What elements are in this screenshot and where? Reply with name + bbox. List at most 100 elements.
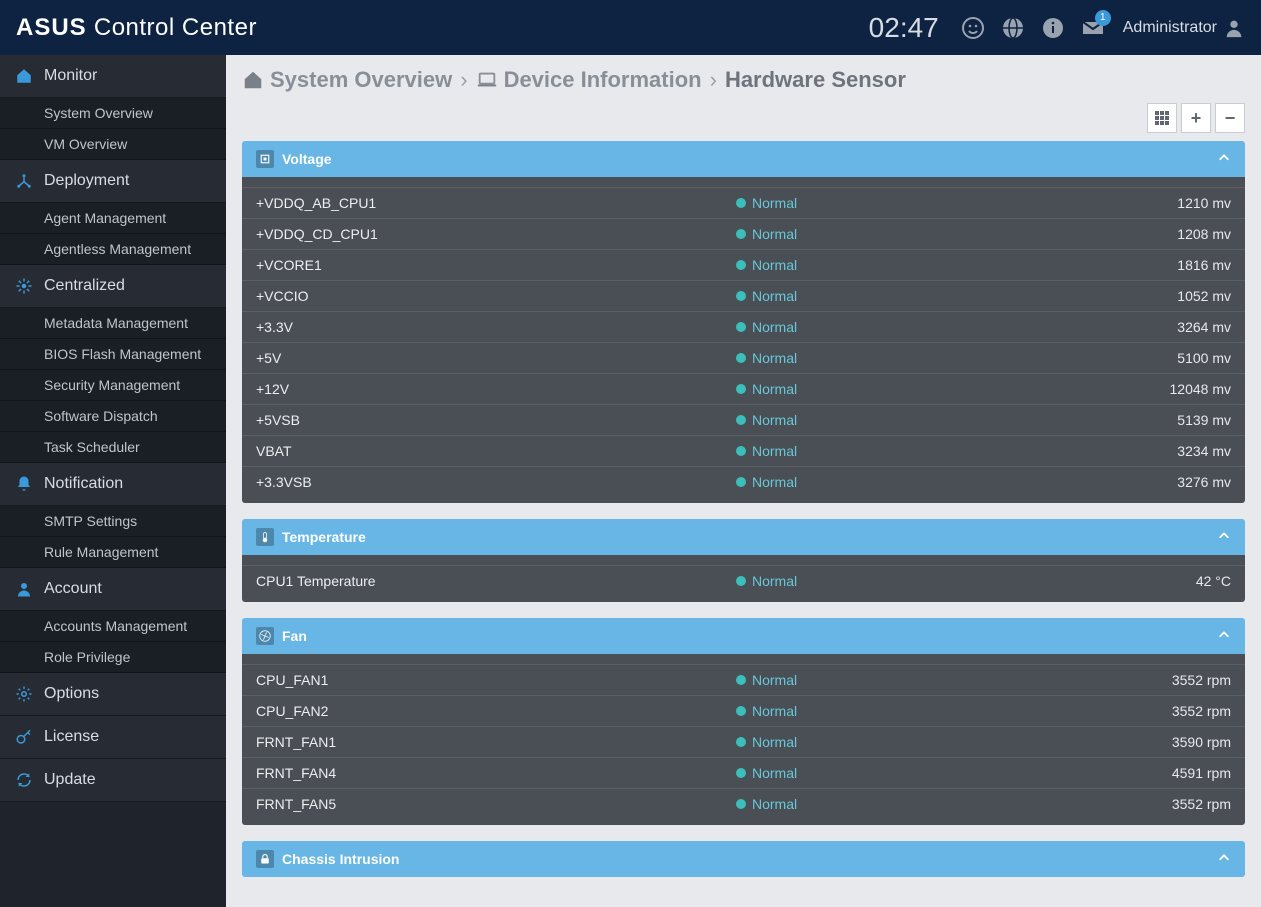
sidebar-item-agentless[interactable]: Agentless Management: [0, 234, 226, 265]
sidebar-item-bios[interactable]: BIOS Flash Management: [0, 339, 226, 370]
sidebar-item-smtp[interactable]: SMTP Settings: [0, 506, 226, 537]
sensor-row: +5VSBNormal5139 mv: [242, 405, 1245, 436]
sidebar-item-sysov[interactable]: System Overview: [0, 98, 226, 129]
sidebar-section-update[interactable]: Update: [0, 759, 226, 802]
panel-body-voltage: +VDDQ_AB_CPU1Normal1210 mv+VDDQ_CD_CPU1N…: [242, 177, 1245, 503]
user-icon: [14, 579, 34, 599]
sensor-name: +12V: [256, 381, 736, 397]
status-dot-icon: [736, 384, 746, 394]
sensor-status: Normal: [736, 195, 1091, 211]
home-icon: [14, 66, 34, 86]
crumb-current: Hardware Sensor: [725, 67, 906, 93]
sensor-value: 5139 mv: [1091, 412, 1231, 428]
sidebar-section-deployment[interactable]: Deployment: [0, 160, 226, 203]
sidebar-item-role[interactable]: Role Privilege: [0, 642, 226, 673]
grid-icon: [1154, 110, 1170, 126]
sidebar-section-account[interactable]: Account: [0, 568, 226, 611]
status-dot-icon: [736, 353, 746, 363]
panel-header-temperature[interactable]: Temperature: [242, 519, 1245, 555]
sensor-name: CPU_FAN2: [256, 703, 736, 719]
sensor-row: +VCCIONormal1052 mv: [242, 281, 1245, 312]
sensor-row: VBATNormal3234 mv: [242, 436, 1245, 467]
sensor-value: 42 °C: [1091, 573, 1231, 589]
sidebar-item-task[interactable]: Task Scheduler: [0, 432, 226, 463]
sidebar-item-agentm[interactable]: Agent Management: [0, 203, 226, 234]
sensor-row: +VDDQ_CD_CPU1Normal1208 mv: [242, 219, 1245, 250]
sidebar-section-license[interactable]: License: [0, 716, 226, 759]
panel-voltage: Voltage+VDDQ_AB_CPU1Normal1210 mv+VDDQ_C…: [242, 141, 1245, 503]
sidebar-item-accs[interactable]: Accounts Management: [0, 611, 226, 642]
panel-header-chassis[interactable]: Chassis Intrusion: [242, 841, 1245, 877]
sensor-value: 3276 mv: [1091, 474, 1231, 490]
sidebar-section-options[interactable]: Options: [0, 673, 226, 716]
sensor-status: Normal: [736, 672, 1091, 688]
sensor-status: Normal: [736, 319, 1091, 335]
panel-title: Temperature: [282, 529, 366, 545]
grid-view-button[interactable]: [1147, 103, 1177, 133]
crumb-device-label: Device Information: [504, 67, 702, 93]
crumb-sep: ›: [460, 67, 467, 93]
sensor-name: +3.3V: [256, 319, 736, 335]
status-dot-icon: [736, 675, 746, 685]
chevron-up-icon: [1217, 151, 1231, 168]
panel-header-fan[interactable]: Fan: [242, 618, 1245, 654]
sensor-value: 3264 mv: [1091, 319, 1231, 335]
mail-icon[interactable]: 1: [1081, 16, 1105, 40]
sensor-row: +12VNormal12048 mv: [242, 374, 1245, 405]
brand[interactable]: ASUS Control Center: [16, 14, 257, 42]
crumb-home-label: System Overview: [270, 67, 452, 93]
breadcrumb: System Overview › Device Information › H…: [242, 67, 1245, 93]
sidebar-section-monitor[interactable]: Monitor: [0, 55, 226, 98]
deploy-icon: [14, 171, 34, 191]
sidebar-section-label: License: [44, 728, 99, 746]
chevron-up-icon: [1217, 628, 1231, 645]
sidebar-section-label: Update: [44, 771, 96, 789]
crumb-device[interactable]: Device Information: [476, 67, 702, 93]
sensor-name: CPU_FAN1: [256, 672, 736, 688]
sensor-name: +VDDQ_AB_CPU1: [256, 195, 736, 211]
sidebar-item-rule[interactable]: Rule Management: [0, 537, 226, 568]
collapse-all-button[interactable]: −: [1215, 103, 1245, 133]
status-dot-icon: [736, 415, 746, 425]
sensor-status: Normal: [736, 257, 1091, 273]
crumb-sep: ›: [710, 67, 717, 93]
sidebar-item-soft[interactable]: Software Dispatch: [0, 401, 226, 432]
lock-icon: [256, 850, 274, 868]
sidebar-item-sec[interactable]: Security Management: [0, 370, 226, 401]
globe-icon[interactable]: [1001, 16, 1025, 40]
user-menu[interactable]: Administrator: [1123, 17, 1245, 39]
sidebar-section-centralized[interactable]: Centralized: [0, 265, 226, 308]
sensor-value: 3234 mv: [1091, 443, 1231, 459]
panel-temperature: Temperature CPU1 TemperatureNormal42 °C: [242, 519, 1245, 602]
sensor-status: Normal: [736, 474, 1091, 490]
crumb-home[interactable]: System Overview: [242, 67, 452, 93]
sidebar-section-label: Account: [44, 580, 102, 598]
sensor-status: Normal: [736, 350, 1091, 366]
crumb-current-label: Hardware Sensor: [725, 67, 906, 93]
sensor-name: VBAT: [256, 443, 736, 459]
sensor-value: 1816 mv: [1091, 257, 1231, 273]
sensor-status: Normal: [736, 381, 1091, 397]
sensor-row: +5VNormal5100 mv: [242, 343, 1245, 374]
central-icon: [14, 276, 34, 296]
sensor-status: Normal: [736, 412, 1091, 428]
sensor-value: 3552 rpm: [1091, 672, 1231, 688]
sensor-value: 1052 mv: [1091, 288, 1231, 304]
panel-title: Fan: [282, 628, 307, 644]
sensor-status: Normal: [736, 443, 1091, 459]
status-dot-icon: [736, 322, 746, 332]
smile-icon[interactable]: [961, 16, 985, 40]
expand-all-button[interactable]: +: [1181, 103, 1211, 133]
gear-icon: [14, 684, 34, 704]
sidebar-item-vmov[interactable]: VM Overview: [0, 129, 226, 160]
info-icon[interactable]: [1041, 16, 1065, 40]
home-icon: [242, 69, 264, 91]
sensor-status: Normal: [736, 288, 1091, 304]
status-dot-icon: [736, 446, 746, 456]
sidebar-section-label: Notification: [44, 475, 123, 493]
sidebar-section-notification[interactable]: Notification: [0, 463, 226, 506]
panel-body-temperature: CPU1 TemperatureNormal42 °C: [242, 555, 1245, 602]
panel-header-voltage[interactable]: Voltage: [242, 141, 1245, 177]
sidebar-item-meta[interactable]: Metadata Management: [0, 308, 226, 339]
sidebar-section-label: Deployment: [44, 172, 129, 190]
